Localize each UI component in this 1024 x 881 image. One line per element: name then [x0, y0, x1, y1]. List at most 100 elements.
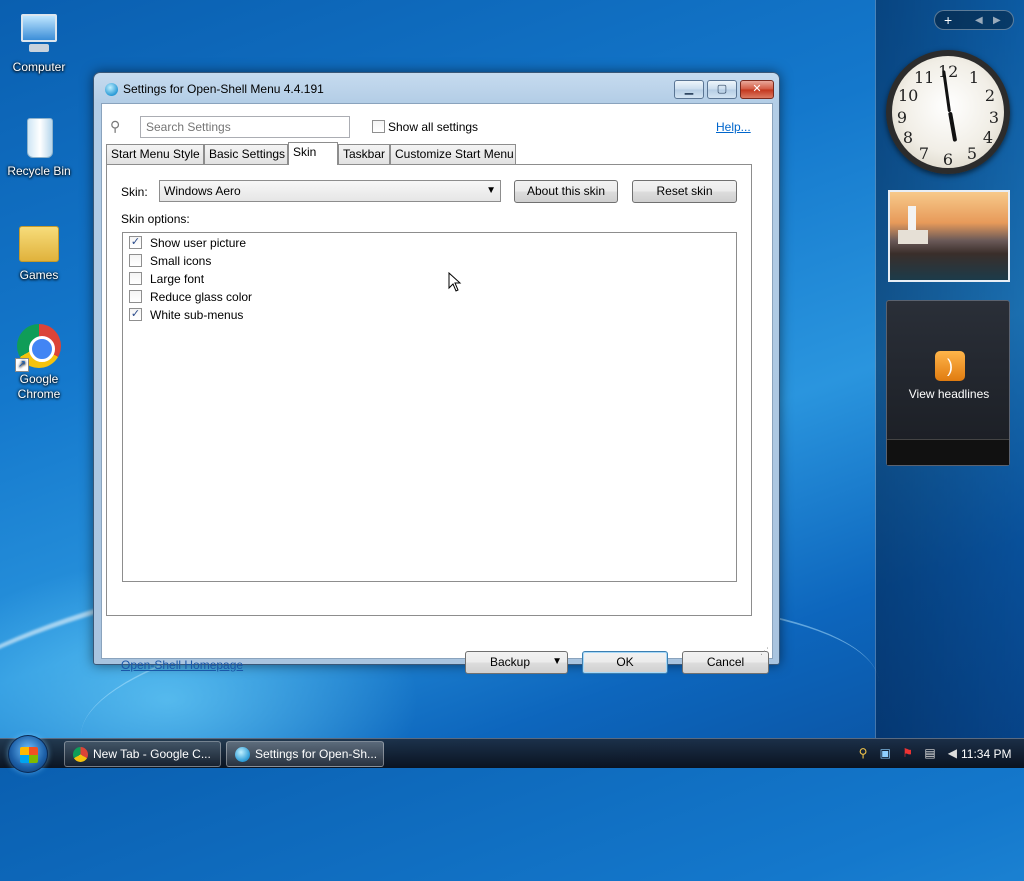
skin-options-label: Skin options:: [121, 212, 190, 226]
tab-skin[interactable]: Skin: [288, 142, 338, 165]
tab-basic-settings[interactable]: Basic Settings: [204, 144, 288, 164]
desktop-icon-recycle-bin[interactable]: Recycle Bin: [2, 114, 76, 179]
skin-tab-panel: Skin: Windows Aero ▼ About this skin Res…: [106, 164, 752, 616]
checkbox-unchecked[interactable]: [129, 290, 142, 304]
clock-number: 3: [988, 108, 1000, 127]
settings-window: Settings for Open-Shell Menu 4.4.191 ▁ ▢…: [93, 72, 780, 674]
search-input[interactable]: [140, 116, 350, 138]
dropdown-arrow-icon: ▼: [486, 185, 496, 196]
clock-number: 2: [984, 86, 996, 105]
flag-warning-icon[interactable]: ⚑: [901, 746, 915, 760]
clock-hour-hand: [948, 111, 958, 142]
option-label: Reduce glass color: [150, 290, 253, 304]
chrome-icon: [73, 747, 88, 762]
desktop-icon-label-line1: Google: [19, 372, 59, 386]
volume-muted-icon[interactable]: ◀: [945, 746, 959, 760]
maximize-button[interactable]: ▢: [707, 80, 737, 99]
clock-number: 5: [966, 144, 978, 163]
skin-option-show-user-picture[interactable]: ✓ Show user picture: [129, 236, 246, 250]
close-button[interactable]: ✕: [740, 80, 774, 99]
checkbox-checked[interactable]: ✓: [129, 308, 142, 322]
backup-button[interactable]: Backup ▼: [465, 651, 568, 674]
show-all-settings-label: Show all settings: [388, 120, 479, 134]
tab-taskbar[interactable]: Taskbar: [338, 144, 390, 164]
cancel-button[interactable]: Cancel: [682, 651, 769, 674]
option-label: Large font: [150, 272, 205, 286]
clock-number: 1: [968, 68, 980, 87]
mouse-cursor-icon: [448, 272, 462, 292]
clock-number: 8: [902, 128, 914, 147]
desktop-icon-games[interactable]: Games: [2, 218, 76, 283]
skin-options-list: ✓ Show user picture Small icons Large fon…: [122, 232, 737, 582]
reset-skin-button[interactable]: Reset skin: [632, 180, 737, 203]
desktop-icon-label: Recycle Bin: [7, 164, 71, 178]
start-button[interactable]: [8, 735, 48, 773]
taskbar: New Tab - Google C... Settings for Open-…: [0, 735, 1024, 773]
windows-logo-icon: [20, 747, 38, 763]
clock-gadget[interactable]: 12 1 2 3 4 5 6 7 8 9 10 11: [886, 50, 1010, 174]
backup-label: Backup: [490, 655, 531, 669]
search-icon[interactable]: ⚲: [856, 746, 870, 760]
clock-number: 6: [942, 150, 954, 169]
skin-option-small-icons[interactable]: Small icons: [129, 254, 211, 268]
window-title: Settings for Open-Shell Menu 4.4.191: [123, 82, 324, 96]
taskbar-item-settings[interactable]: Settings for Open-Sh...: [226, 741, 384, 767]
rss-icon: ): [935, 351, 965, 381]
window-client-area: ⚲ Show all settings Help... Start Menu S…: [101, 103, 773, 674]
slideshow-gadget[interactable]: [888, 190, 1010, 282]
gadgets-sidebar: + ◀ ▶ 12 1 2 3 4 5 6 7 8 9 10 11 ) View …: [875, 0, 1024, 738]
clock-number: 12: [938, 62, 959, 81]
open-shell-homepage-link[interactable]: Open-Shell Homepage: [121, 658, 243, 672]
checkbox-checked[interactable]: ✓: [129, 236, 142, 250]
skin-option-large-font[interactable]: Large font: [129, 272, 204, 286]
feed-headlines-gadget[interactable]: ) View headlines: [886, 300, 1010, 466]
skin-select-value: Windows Aero: [164, 184, 241, 198]
taskbar-clock[interactable]: 11:34 PM: [961, 747, 1011, 761]
action-center-icon[interactable]: ▣: [878, 746, 892, 760]
desktop-icon-label-line2: Chrome: [17, 387, 61, 401]
title-bar[interactable]: Settings for Open-Shell Menu 4.4.191 ▁ ▢…: [94, 73, 779, 103]
gadget-controls: + ◀ ▶: [934, 10, 1014, 30]
desktop-icon-google-chrome[interactable]: ↗ Google Chrome: [2, 322, 76, 402]
dropdown-arrow-icon: ▼: [552, 656, 562, 667]
help-link[interactable]: Help...: [716, 120, 751, 134]
tab-start-menu-style[interactable]: Start Menu Style: [106, 144, 204, 164]
shortcut-arrow-icon: ↗: [15, 358, 29, 372]
skin-option-reduce-glass-color[interactable]: Reduce glass color: [129, 290, 252, 304]
ok-button[interactable]: OK: [582, 651, 668, 674]
system-tray: ⚲ ▣ ⚑ ▤ ◀: [856, 745, 964, 763]
network-icon[interactable]: ▤: [923, 746, 937, 760]
open-shell-icon: [105, 83, 118, 96]
checkbox-unchecked[interactable]: [129, 272, 142, 286]
desktop-icon-label: Games: [19, 268, 59, 282]
resize-grip-icon[interactable]: ⋰: [760, 646, 770, 656]
taskbar-item-chrome[interactable]: New Tab - Google C...: [64, 741, 221, 767]
show-all-settings-checkbox[interactable]: Show all settings: [372, 120, 478, 134]
next-icon[interactable]: ▶: [993, 15, 1001, 26]
desktop-icon-computer[interactable]: Computer: [2, 10, 76, 75]
clock-number: 10: [898, 86, 919, 105]
taskbar-item-label: Settings for Open-Sh...: [255, 747, 378, 761]
lighthouse-house-image: [898, 230, 928, 244]
skin-select[interactable]: Windows Aero ▼: [159, 180, 501, 202]
skin-option-white-sub-menus[interactable]: ✓ White sub-menus: [129, 308, 243, 322]
feed-footer: [887, 439, 1009, 465]
tab-customize-start-menu[interactable]: Customize Start Menu: [390, 144, 516, 164]
clock-number: 9: [896, 108, 908, 127]
taskbar-item-label: New Tab - Google C...: [93, 747, 211, 761]
desktop-icon-label: Computer: [12, 60, 66, 74]
checkbox-box[interactable]: [372, 120, 385, 134]
option-label: Small icons: [150, 254, 212, 268]
minimize-button[interactable]: ▁: [674, 80, 704, 99]
clock-number: 11: [914, 68, 935, 87]
computer-icon: [15, 10, 63, 58]
recycle-bin-icon: [15, 114, 63, 162]
checkbox-unchecked[interactable]: [129, 254, 142, 268]
prev-icon[interactable]: ◀: [975, 15, 983, 26]
option-label: Show user picture: [150, 236, 247, 250]
view-headlines-label: View headlines: [908, 387, 990, 401]
search-icon: ⚲: [110, 118, 121, 134]
skin-label: Skin:: [121, 185, 148, 199]
add-gadget-icon[interactable]: +: [944, 12, 952, 28]
about-this-skin-button[interactable]: About this skin: [514, 180, 618, 203]
